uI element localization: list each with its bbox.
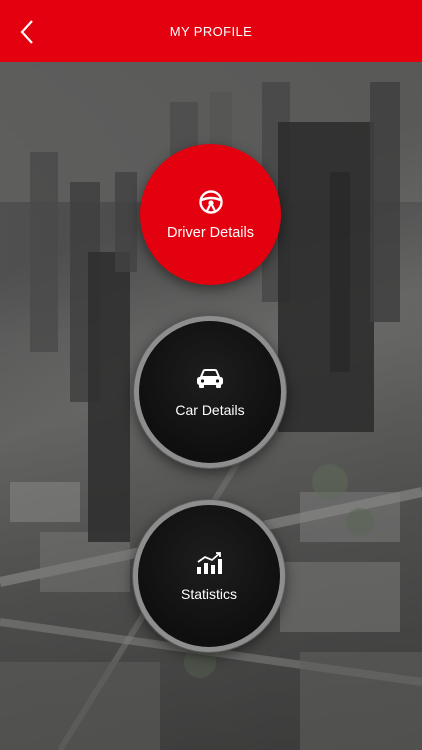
chevron-left-icon <box>20 20 33 44</box>
back-button[interactable] <box>12 17 42 47</box>
menu-label-driver-details: Driver Details <box>166 224 254 241</box>
header-bar: MY PROFILE <box>0 0 422 62</box>
bar-chart-icon <box>194 550 224 576</box>
menu-button-driver-details[interactable]: Driver Details <box>140 144 281 285</box>
page-title: MY PROFILE <box>169 23 253 39</box>
menu-button-statistics[interactable]: Statistics <box>133 500 285 652</box>
steering-wheel-icon <box>196 189 226 215</box>
menu-button-car-details[interactable]: Car Details <box>134 316 286 468</box>
car-icon <box>195 366 225 392</box>
menu-label-statistics: Statistics <box>180 586 237 602</box>
menu-label-car-details: Car Details <box>175 402 245 418</box>
